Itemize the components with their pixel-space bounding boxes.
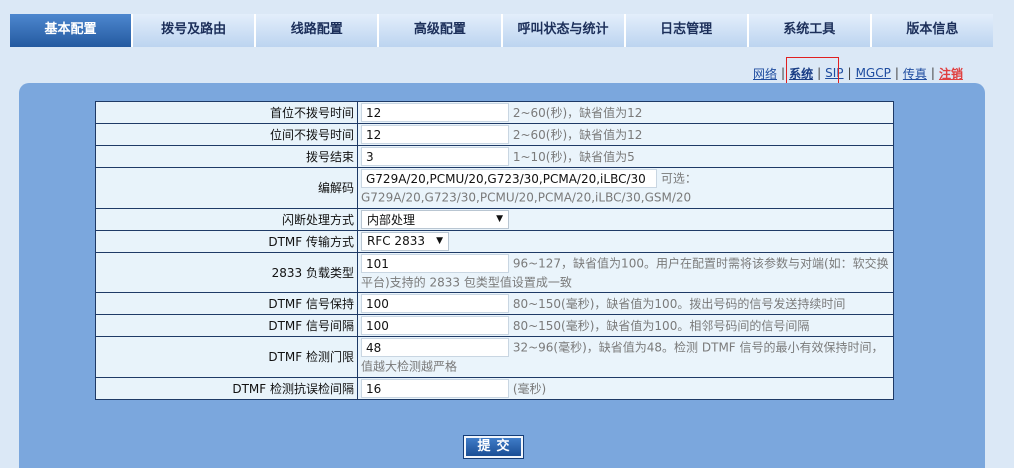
table-row: 首位不拨号时间 12 2~60(秒)，缺省值为12 <box>95 101 894 124</box>
field-label: 位间不拨号时间 <box>95 123 358 146</box>
field-cell: 100 80~150(毫秒)，缺省值为100。相邻号码间的信号间隔 <box>357 314 894 337</box>
subnav-fax-link[interactable]: 传真 <box>902 65 928 82</box>
field-hint: (毫秒) <box>512 381 547 396</box>
dtmf-detect-threshold-input[interactable]: 48 <box>361 338 509 357</box>
field-cell: 16 (毫秒) <box>357 376 894 400</box>
table-row: DTMF 传输方式 RFC 2833 ▼ <box>95 229 894 253</box>
inter-digit-timeout-input[interactable]: 12 <box>361 125 509 144</box>
rfc2833-payload-input[interactable]: 101 <box>361 253 509 273</box>
table-row: 2833 负载类型 101 96~127，缺省值为100。用户在配置时需将该参数… <box>95 251 894 293</box>
field-cell: 48 32~96(毫秒)，缺省值为48。检测 DTMF 信号的最小有效保持时间，… <box>357 336 894 378</box>
field-cell: RFC 2833 ▼ <box>357 229 894 253</box>
tab-call-status[interactable]: 呼叫状态与统计 <box>502 14 626 47</box>
field-hint: 96~127，缺省值为100。用户在配置时需将该参数与对端(如：软交换 <box>512 256 889 270</box>
field-cell: 3 1~10(秒)，缺省值为5 <box>357 145 894 168</box>
table-row: 编解码 G729A/20,PCMU/20,G723/30,PCMA/20,iLB… <box>95 167 894 209</box>
tab-system-tools[interactable]: 系统工具 <box>748 14 872 47</box>
table-row: DTMF 信号保持 100 80~150(毫秒)，缺省值为100。拨出号码的信号… <box>95 292 894 315</box>
table-row: 位间不拨号时间 12 2~60(秒)，缺省值为12 <box>95 123 894 146</box>
table-row: 拨号结束 3 1~10(秒)，缺省值为5 <box>95 145 894 168</box>
tab-log-management[interactable]: 日志管理 <box>625 14 749 47</box>
field-label: 首位不拨号时间 <box>95 101 358 124</box>
subnav-separator: | <box>847 66 852 80</box>
field-hint: 80~150(毫秒)，缺省值为100。相邻号码间的信号间隔 <box>512 319 810 333</box>
dtmf-off-time-input[interactable]: 100 <box>361 316 509 335</box>
field-label: DTMF 信号间隔 <box>95 314 358 337</box>
subnav-logout-link[interactable]: 注销 <box>938 65 964 82</box>
table-row: DTMF 信号间隔 100 80~150(毫秒)，缺省值为100。相邻号码间的信… <box>95 314 894 337</box>
select-value: 内部处理 <box>367 212 416 227</box>
table-row: DTMF 检测门限 48 32~96(毫秒)，缺省值为48。检测 DTMF 信号… <box>95 336 894 378</box>
submit-button[interactable]: 提交 <box>463 435 524 459</box>
field-hint-prefix: 可选： <box>660 171 697 186</box>
tab-advanced-config[interactable]: 高级配置 <box>379 14 503 47</box>
field-label: DTMF 检测门限 <box>95 336 358 378</box>
tab-basic-config[interactable]: 基本配置 <box>10 14 134 47</box>
field-hint-continued: 平台)支持的 2833 包类型值设置成一致 <box>361 275 572 289</box>
field-hint: G729A/20,G723/30,PCMU/20,PCMA/20,iLBC/30… <box>361 190 692 205</box>
field-hint: 80~150(毫秒)，缺省值为100。拨出号码的信号发送持续时间 <box>512 297 846 311</box>
table-row: 闪断处理方式 内部处理 ▼ <box>95 207 894 231</box>
subnav-network-link[interactable]: 网络 <box>752 65 778 82</box>
tab-dial-routing[interactable]: 拨号及路由 <box>133 14 257 47</box>
flash-handling-select[interactable]: 内部处理 ▼ <box>361 209 509 229</box>
field-label: 闪断处理方式 <box>95 207 358 231</box>
field-hint: 32~96(毫秒)，缺省值为48。检测 DTMF 信号的最小有效保持时间， <box>512 340 884 355</box>
field-cell: 101 96~127，缺省值为100。用户在配置时需将该参数与对端(如：软交换 … <box>357 251 894 293</box>
table-row: DTMF 检测抗误检间隔 16 (毫秒) <box>95 376 894 400</box>
codec-input[interactable]: G729A/20,PCMU/20,G723/30,PCMA/20,iLBC/30 <box>361 169 657 188</box>
select-value: RFC 2833 <box>367 234 425 248</box>
subnav-separator: | <box>930 66 935 80</box>
field-cell: 12 2~60(秒)，缺省值为12 <box>357 101 894 124</box>
field-label: 拨号结束 <box>95 145 358 168</box>
field-cell: 12 2~60(秒)，缺省值为12 <box>357 123 894 146</box>
sub-nav: 网络 | 系统 | SIP | MGCP | 传真 | 注销 <box>752 63 964 83</box>
config-table: 首位不拨号时间 12 2~60(秒)，缺省值为12 位间不拨号时间 12 2~6… <box>95 101 894 400</box>
chevron-down-icon: ▼ <box>496 214 503 224</box>
main-nav: 基本配置 拨号及路由 线路配置 高级配置 呼叫状态与统计 日志管理 系统工具 版… <box>10 14 993 47</box>
field-cell: G729A/20,PCMU/20,G723/30,PCMA/20,iLBC/30… <box>357 167 894 209</box>
field-label: DTMF 传输方式 <box>95 229 358 253</box>
field-cell: 内部处理 ▼ <box>357 207 894 231</box>
field-hint-continued: 值越大检测越严格 <box>361 359 458 374</box>
field-label: DTMF 检测抗误检间隔 <box>95 376 358 400</box>
dial-end-input[interactable]: 3 <box>361 147 509 166</box>
field-label: 2833 负载类型 <box>95 251 358 293</box>
field-label: 编解码 <box>95 167 358 209</box>
first-digit-timeout-input[interactable]: 12 <box>361 103 509 122</box>
dtmf-on-time-input[interactable]: 100 <box>361 294 509 313</box>
subnav-separator: | <box>894 66 899 80</box>
dtmf-mode-select[interactable]: RFC 2833 ▼ <box>361 231 449 251</box>
field-cell: 100 80~150(毫秒)，缺省值为100。拨出号码的信号发送持续时间 <box>357 292 894 315</box>
subnav-mgcp-link[interactable]: MGCP <box>855 66 892 80</box>
tab-line-config[interactable]: 线路配置 <box>256 14 380 47</box>
chevron-down-icon: ▼ <box>436 236 443 246</box>
dtmf-anti-false-detect-input[interactable]: 16 <box>361 378 509 398</box>
field-hint: 1~10(秒)，缺省值为5 <box>512 150 635 164</box>
field-hint: 2~60(秒)，缺省值为12 <box>512 106 643 120</box>
field-hint: 2~60(秒)，缺省值为12 <box>512 128 643 142</box>
field-label: DTMF 信号保持 <box>95 292 358 315</box>
tab-version-info[interactable]: 版本信息 <box>871 14 993 47</box>
